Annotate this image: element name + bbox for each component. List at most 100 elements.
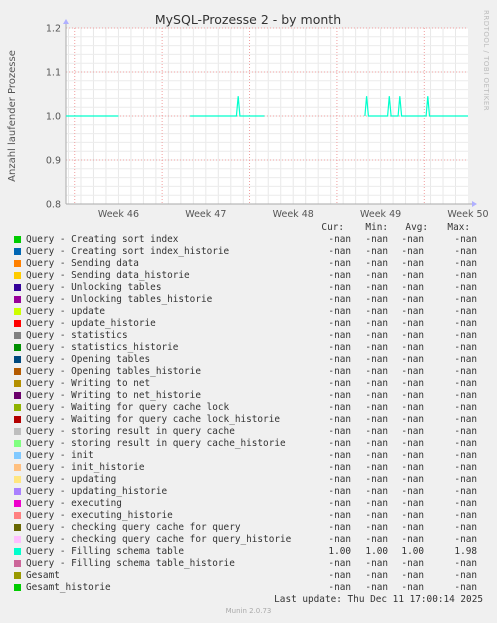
- legend-swatch: [14, 464, 21, 471]
- legend-label: Query - Opening tables_historie: [26, 366, 201, 377]
- legend-swatch: [14, 332, 21, 339]
- legend-min-value: -nan: [365, 366, 388, 377]
- legend-max-value: -nan: [454, 498, 477, 509]
- legend-swatch: [14, 572, 21, 579]
- legend-label: Query - init: [26, 450, 94, 461]
- legend-avg-value: 1.00: [401, 546, 424, 557]
- legend-cur-value: -nan: [328, 486, 351, 497]
- legend-label: Query - statistics: [26, 330, 128, 341]
- legend-avg-value: -nan: [401, 570, 424, 581]
- legend-swatch: [14, 536, 21, 543]
- legend-cur-value: 1.00: [328, 546, 351, 557]
- legend-max-value: -nan: [454, 522, 477, 533]
- legend-avg-value: -nan: [401, 438, 424, 449]
- legend-max-value: -nan: [454, 510, 477, 521]
- legend-max-value: -nan: [454, 402, 477, 413]
- legend-label: Query - updating: [26, 474, 117, 485]
- legend-cur-value: -nan: [328, 498, 351, 509]
- legend-item: Query - Filling schema table 1.00 1.00 1.00…: [14, 546, 484, 558]
- legend-avg-value: -nan: [401, 318, 424, 329]
- legend-item: Query - executing -nan -nan -nan -nan: [14, 498, 484, 510]
- legend-header: Cur: Min: Avg: Max:: [14, 222, 484, 234]
- legend-cur-value: -nan: [328, 462, 351, 473]
- legend-item: Query - storing result in query cache -na…: [14, 426, 484, 438]
- legend-min-value: -nan: [365, 282, 388, 293]
- legend-min-value: -nan: [365, 510, 388, 521]
- legend-item: Query - statistics -nan -nan -nan -nan: [14, 330, 484, 342]
- legend-min-value: -nan: [365, 522, 388, 533]
- legend-label: Query - Filling schema table_historie: [26, 558, 235, 569]
- legend-item: Query - statistics_historie -nan -nan -nan -…: [14, 342, 484, 354]
- legend-cur-value: -nan: [328, 378, 351, 389]
- legend-min-value: -nan: [365, 558, 388, 569]
- legend-item: Query - Opening tables_historie -nan -nan -…: [14, 366, 484, 378]
- legend-cur-value: -nan: [328, 450, 351, 461]
- x-tick-labels: Week 46 Week 47 Week 48 Week 49 Week 50: [98, 209, 489, 220]
- legend-item: Query - Creating sort index -nan -nan -nan -…: [14, 234, 484, 246]
- legend-item: Gesamt -nan -nan -nan -nan: [14, 570, 484, 582]
- legend-cur-value: -nan: [328, 318, 351, 329]
- legend-min-value: -nan: [365, 402, 388, 413]
- legend-max-value: -nan: [454, 426, 477, 437]
- legend-item: Query - Opening tables -nan -nan -nan -nan: [14, 354, 484, 366]
- legend-avg-value: -nan: [401, 234, 424, 245]
- legend-swatch: [14, 512, 21, 519]
- legend-label: Query - checking query cache for query_h…: [26, 534, 292, 545]
- legend-cur-value: -nan: [328, 366, 351, 377]
- legend-min-value: -nan: [365, 318, 388, 329]
- legend-swatch: [14, 524, 21, 531]
- legend-avg-value: -nan: [401, 522, 424, 533]
- legend-max-value: -nan: [454, 282, 477, 293]
- header-max: Max:: [447, 222, 470, 233]
- legend-item: Query - storing result in query cache_hi…: [14, 438, 484, 450]
- legend-cur-value: -nan: [328, 234, 351, 245]
- legend-label: Query - Writing to net: [26, 378, 151, 389]
- legend-swatch: [14, 248, 21, 255]
- legend-avg-value: -nan: [401, 306, 424, 317]
- legend-max-value: -nan: [454, 270, 477, 281]
- legend-avg-value: -nan: [401, 366, 424, 377]
- legend-max-value: -nan: [454, 450, 477, 461]
- legend-max-value: -nan: [454, 294, 477, 305]
- legend-max-value: -nan: [454, 582, 477, 593]
- legend-swatch: [14, 584, 21, 591]
- legend-avg-value: -nan: [401, 534, 424, 545]
- legend-min-value: 1.00: [365, 546, 388, 557]
- legend-label: Query - Filling schema table: [26, 546, 185, 557]
- y-tick-label: 1.1: [46, 68, 61, 79]
- legend-swatch: [14, 488, 21, 495]
- legend-avg-value: -nan: [401, 486, 424, 497]
- legend-min-value: -nan: [365, 486, 388, 497]
- legend-item: Query - Unlocking tables_historie -nan -na…: [14, 294, 484, 306]
- legend-item: Query - Waiting for query cache lock -nan…: [14, 402, 484, 414]
- legend-item: Query - Sending data_historie -nan -nan -na…: [14, 270, 484, 282]
- y-tick-labels: 0.8 0.9 1.0 1.1 1.2: [46, 24, 61, 211]
- x-tick-label: Week 48: [273, 209, 314, 220]
- legend-min-value: -nan: [365, 330, 388, 341]
- legend-label: Query - Writing to net_historie: [26, 390, 201, 401]
- legend-avg-value: -nan: [401, 294, 424, 305]
- legend-cur-value: -nan: [328, 246, 351, 257]
- legend: Cur: Min: Avg: Max: Query - Creating sor…: [14, 222, 484, 594]
- legend-max-value: -nan: [454, 438, 477, 449]
- legend-item: Query - Writing to net -nan -nan -nan -nan: [14, 378, 484, 390]
- legend-label: Query - Unlocking tables_historie: [26, 294, 213, 305]
- legend-swatch: [14, 308, 21, 315]
- legend-label: Query - init_historie: [26, 462, 145, 473]
- legend-label: Query - Sending data: [26, 258, 139, 269]
- legend-min-value: -nan: [365, 306, 388, 317]
- legend-swatch: [14, 416, 21, 423]
- y-tick-label: 0.9: [46, 156, 61, 167]
- legend-max-value: -nan: [454, 474, 477, 485]
- legend-swatch: [14, 260, 21, 267]
- legend-avg-value: -nan: [401, 510, 424, 521]
- legend-cur-value: -nan: [328, 294, 351, 305]
- legend-cur-value: -nan: [328, 438, 351, 449]
- legend-min-value: -nan: [365, 474, 388, 485]
- chart: MySQL-Prozesse 2 - by month 0.8 0.9 1.0 1.1…: [7, 12, 489, 220]
- legend-avg-value: -nan: [401, 402, 424, 413]
- legend-cur-value: -nan: [328, 558, 351, 569]
- legend-label: Query - Sending data_historie: [26, 270, 190, 281]
- legend-swatch: [14, 296, 21, 303]
- legend-min-value: -nan: [365, 342, 388, 353]
